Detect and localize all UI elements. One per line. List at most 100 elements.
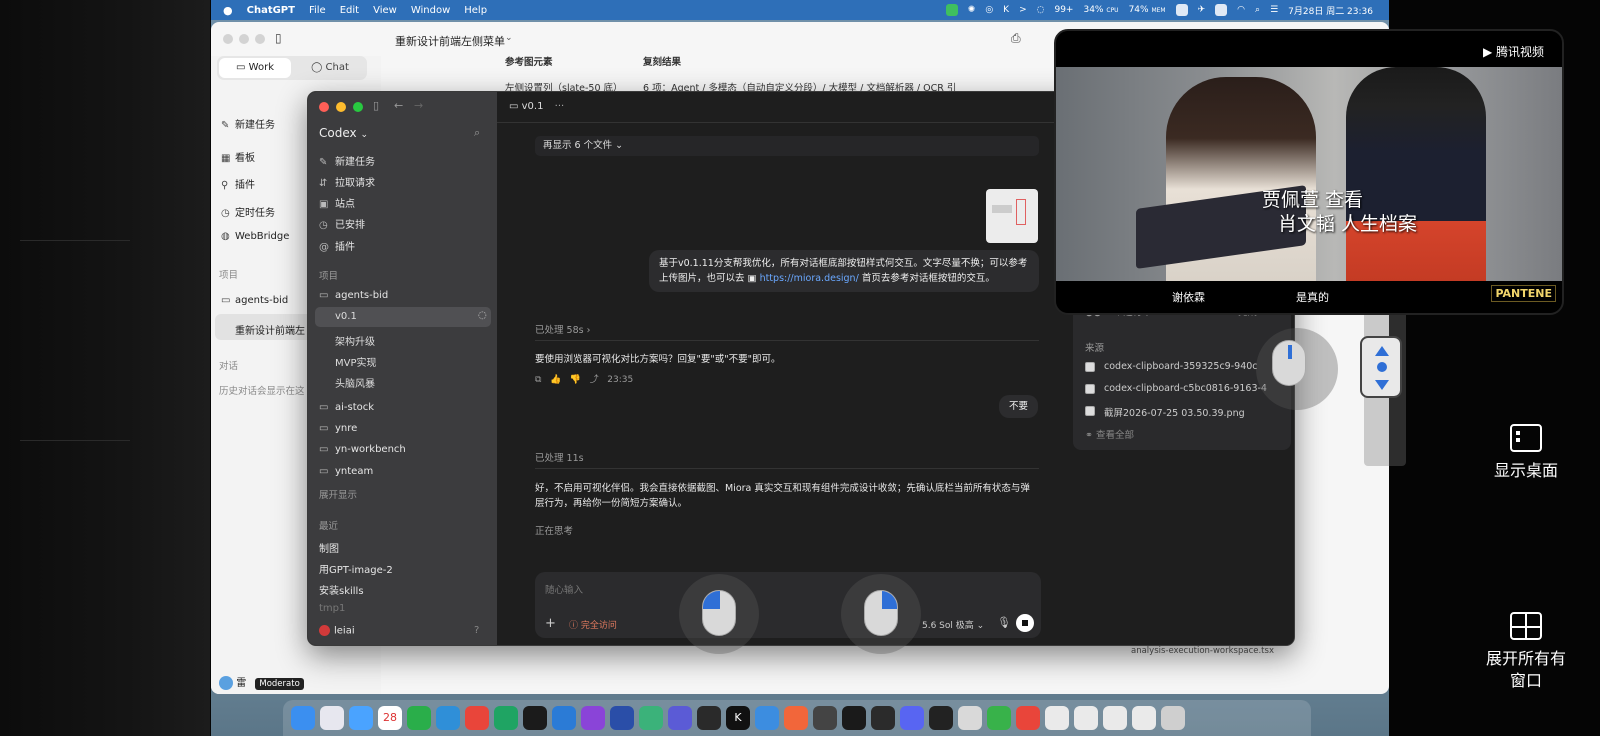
mouse-scroll-overlay[interactable] [1256,328,1338,410]
menu-help[interactable]: Help [464,5,487,16]
codex-brand[interactable]: Codex ⌄ [319,126,368,140]
app-icon[interactable] [813,706,837,730]
show-files-button[interactable]: 再显示 6 个文件 ⌄ [535,136,1039,156]
folder-icon[interactable]: ⎙ [1011,31,1021,46]
miora-link[interactable]: https://miora.design/ [760,273,859,284]
menu-window[interactable]: Window [411,5,450,16]
nav-board[interactable]: ▦ 看板 [221,149,255,164]
trash-icon[interactable] [1161,706,1185,730]
tab-chat[interactable]: ◯ Chat [295,58,365,78]
discord-icon[interactable] [900,706,924,730]
status-check-icon[interactable] [945,4,958,16]
k-app-icon[interactable]: K [726,706,750,730]
chevron-icon[interactable]: > [1019,5,1027,15]
recent-item[interactable]: tmp1 [319,603,345,614]
nav-pull-requests[interactable]: ⇵ 拉取请求 [319,174,375,189]
terminal-icon[interactable] [523,706,547,730]
project-ai-stock[interactable]: ▭ ai-stock [319,402,374,413]
app-icon[interactable] [987,706,1011,730]
project-agents-bid[interactable]: ▭ agents-bid [221,295,288,306]
task-v01[interactable]: v0.1 [335,311,357,322]
arrow-up-icon[interactable] [1375,346,1389,356]
file-item[interactable]: analysis-execution-workspace.tsx [1131,646,1274,656]
copy-icon[interactable]: ⧉ [535,375,541,385]
wechat-icon[interactable]: ◌ [1037,5,1045,15]
chevron-down-icon[interactable]: ⌄ [505,33,513,43]
project-ynre[interactable]: ▭ ynre [319,423,357,434]
mouse-right-click-overlay[interactable] [841,574,921,654]
composer-placeholder[interactable]: 随心输入 [545,582,583,596]
badge-count[interactable]: 99+ [1054,5,1073,15]
wifi-icon[interactable]: ◠ [1237,5,1245,15]
chrome-alt-icon[interactable] [494,706,518,730]
apple-icon[interactable]: ● [223,4,233,17]
nav-webbridge[interactable]: ◍ WebBridge [221,231,289,242]
cpu-readout[interactable]: 34% CPU [1083,5,1118,15]
menu-app-name[interactable]: ChatGPT [247,5,295,16]
menu-file[interactable]: File [309,5,326,16]
sidebar-toggle-icon[interactable]: ▯ [275,31,282,45]
calendar-icon[interactable]: 28 [378,706,402,730]
thumbs-up-icon[interactable]: 👍 [550,375,561,385]
app-icon[interactable] [871,706,895,730]
nav-sites[interactable]: ▣ 站点 [319,195,355,210]
help-icon[interactable]: ? [474,625,479,636]
minimize-button[interactable] [239,34,249,44]
source-item[interactable]: codex-clipboard-c5bc0816-9163-4 [1104,383,1267,394]
video-frame[interactable]: 贾佩萱 查看 肖文韬 人生档案 [1056,67,1562,281]
nav-plugins[interactable]: @ 插件 [319,238,355,253]
stop-button[interactable] [1016,614,1034,632]
app-icon[interactable] [755,706,779,730]
project-agents-bid[interactable]: ▭ agents-bid [319,290,388,301]
tab-work[interactable]: ▭ Work [219,58,291,78]
launchpad-icon[interactable] [320,706,344,730]
search-icon[interactable]: ⌕ [1255,5,1260,15]
user-row[interactable]: 雷 Moderato [219,674,304,690]
plus-icon[interactable]: + [545,616,556,631]
close-button[interactable] [319,102,329,112]
expand-more[interactable]: 展开显示 [319,487,357,501]
zoom-button[interactable] [353,102,363,112]
video-pip-window[interactable]: ▶ 腾讯视频 贾佩萱 查看 肖文韬 人生档案 谢依霖 是真的 PANTENE [1054,29,1564,315]
shield-icon[interactable] [1175,4,1188,16]
target-icon[interactable]: ◎ [985,5,993,15]
task-item[interactable]: 头脑风暴 [335,375,375,390]
chrome-icon[interactable] [465,706,489,730]
source-item[interactable]: codex-clipboard-359325c9-940c [1104,361,1258,372]
app-icon[interactable] [929,706,953,730]
access-button[interactable]: ⓘ 完全访问 [569,618,617,631]
back-icon[interactable]: ← [394,99,403,112]
menu-edit[interactable]: Edit [340,5,359,16]
edge-icon[interactable] [436,706,460,730]
vscode-icon[interactable] [552,706,576,730]
nav-scheduled[interactable]: ◷ 已安排 [319,216,365,231]
app-icon[interactable] [958,706,982,730]
wechat-icon[interactable] [407,706,431,730]
tab-v01[interactable]: ▭ v0.1 ··· [509,101,564,112]
zoom-button[interactable] [255,34,265,44]
task-item[interactable]: MVP实现 [335,354,377,369]
view-all-link[interactable]: ⚭ 查看全部 [1085,427,1134,441]
finder-icon[interactable] [291,706,315,730]
source-item[interactable]: 截屏2026-07-25 03.50.39.png [1104,405,1245,419]
app-icon[interactable] [610,706,634,730]
share-icon[interactable]: ⤴ [590,375,599,385]
close-button[interactable] [223,34,233,44]
nav-scheduled[interactable]: ◷ 定时任务 [221,204,275,219]
project-yn-workbench[interactable]: ▭ yn-workbench [319,444,406,455]
window-icon[interactable] [1215,4,1228,16]
app-icon[interactable] [668,706,692,730]
scroll-control[interactable] [1360,336,1402,398]
project-ynteam[interactable]: ▭ ynteam [319,466,373,477]
control-center-icon[interactable]: ☰ [1270,5,1278,15]
chatgpt-icon[interactable] [639,706,663,730]
task-item[interactable]: 重新设计前端左 [235,322,305,337]
forward-icon[interactable]: → [414,99,423,112]
window-thumbnail-icon[interactable] [1103,706,1127,730]
model-select[interactable]: 5.6 Sol 极高 ⌄ [922,618,984,631]
folder-icon[interactable] [1045,706,1069,730]
arrow-down-icon[interactable] [1375,380,1389,390]
expose-windows-button[interactable]: 展开所有有 窗口 [1456,612,1596,692]
chrome-icon[interactable] [1016,706,1040,730]
recent-item[interactable]: 用GPT-image-2 [319,561,393,576]
